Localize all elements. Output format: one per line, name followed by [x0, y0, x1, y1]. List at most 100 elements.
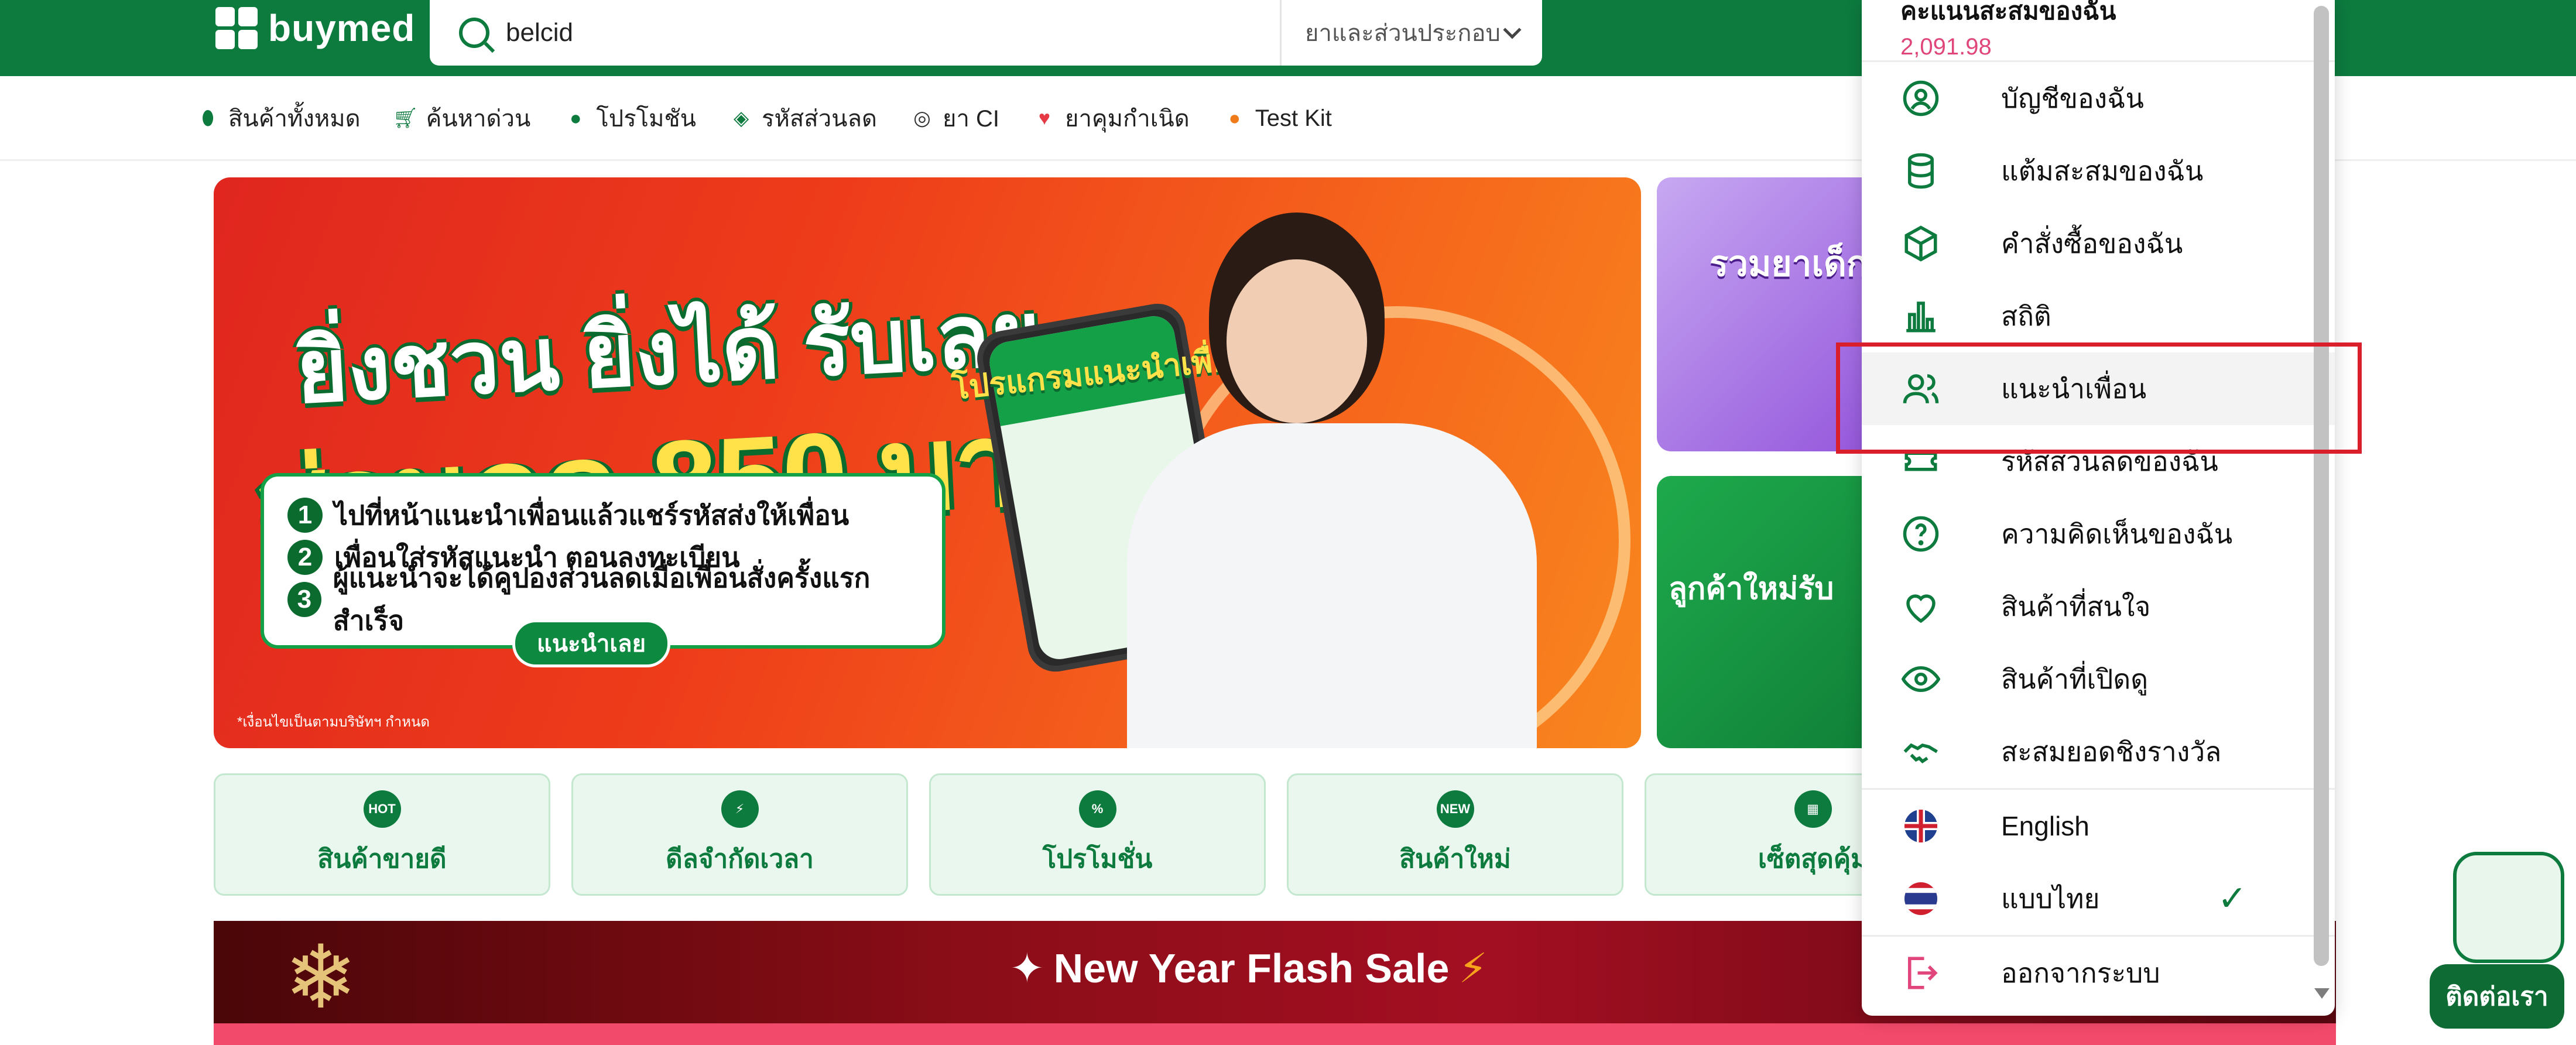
bar-chart-icon [1900, 296, 1941, 337]
nav-label: ค้นหาด่วน [426, 106, 531, 132]
menu-item-my-points[interactable]: แต้มสะสมของฉัน [1862, 135, 2335, 207]
robot-mascot-icon [2453, 852, 2564, 963]
nav-label: ยา CI [943, 106, 1000, 132]
menu-item-wishlist[interactable]: สินค้าที่สนใจ [1862, 570, 2335, 643]
menu-item-rewards[interactable]: สะสมยอดชิงรางวัล [1862, 715, 2335, 788]
nav-label: รหัสส่วนลด [762, 106, 877, 132]
heart-icon [1900, 586, 1941, 627]
user-circle-icon [1900, 78, 1941, 119]
category-best-sellers[interactable]: HOT สินค้าขายดี [214, 773, 550, 896]
menu-item-language-english[interactable]: English [1862, 790, 2335, 862]
flash-sale-strip [214, 1023, 2336, 1045]
nav-item-promotions[interactable]: ● โปรโมชัน [566, 100, 696, 137]
contact-us-button[interactable]: ติดต่อเรา [2430, 964, 2564, 1029]
box-icon [1900, 223, 1941, 264]
menu-item-recently-viewed[interactable]: สินค้าที่เปิดดู [1862, 643, 2335, 715]
lightning-icon: ⚡ [721, 790, 759, 828]
menu-item-label: แบบไทย [2001, 883, 2100, 914]
menu-item-label: ความคิดเห็นของฉัน [2001, 518, 2233, 549]
account-dropdown-menu: คะแนนสะสมของฉัน 2,091.98 บัญชีของฉัน แต้… [1862, 0, 2335, 1016]
banner-terms-note: *เงื่อนไขเป็นตามบริษัทฯ กำหนด [237, 714, 430, 730]
question-icon [1900, 513, 1941, 554]
points-label: คะแนนสะสมของฉัน [1900, 0, 2116, 25]
menu-item-label: English [2001, 811, 2089, 841]
highlight-box [1836, 342, 2362, 454]
thai-flag-icon [1900, 878, 1941, 919]
medical-icon: ◎ [913, 107, 931, 129]
category-new-products[interactable]: NEW สินค้าใหม่ [1287, 773, 1623, 896]
doctor-illustration [1127, 423, 1537, 748]
menu-item-my-orders[interactable]: คำสั่งซื้อของฉัน [1862, 207, 2335, 280]
flash-sale-title: New Year Flash Sale [1053, 945, 1450, 991]
category-tiles: HOT สินค้าขายดี ⚡ ดีลจำกัดเวลา % โปรโมชั่น … [214, 773, 1981, 896]
bundle-icon: ▦ [1794, 790, 1832, 828]
nav-item-quick-search[interactable]: 🛒︎ ค้นหาด่วน [393, 100, 531, 137]
menu-item-label: แต้มสะสมของฉัน [2001, 155, 2204, 186]
step-number: 3 [287, 582, 321, 617]
nav-label: สินค้าทั้งหมด [228, 106, 361, 132]
lightning-icon: ⚡ [1458, 945, 1488, 991]
logo-mark-icon [215, 7, 258, 49]
fire-icon: ● [1228, 107, 1241, 129]
nav-item-test-kit[interactable]: ● Test Kit [1225, 105, 1331, 132]
side-banner-title: รวมยาเด็ก [1710, 244, 1868, 283]
cart-icon: 🛒︎ [393, 107, 419, 129]
menu-item-label: บัญชีของฉัน [2001, 83, 2144, 114]
search-input[interactable] [506, 12, 1267, 53]
percent-bag-icon: % [1078, 790, 1116, 828]
nav-label: ยาคุมกำเนิด [1065, 106, 1190, 132]
banner-step: 1 ไปที่หน้าแนะนำเพื่อนแล้วแชร์รหัสส่งให้เ… [287, 494, 919, 536]
menu-item-label: สถิติ [2001, 300, 2051, 331]
search-category-label: ยาและส่วนประกอบ [1305, 20, 1501, 46]
dropdown-scrollbar[interactable] [2314, 6, 2329, 966]
points-summary: คะแนนสะสมของฉัน 2,091.98 [1862, 0, 2335, 62]
step-number: 1 [287, 498, 323, 533]
nav-item-all-products[interactable]: ⬮ สินค้าทั้งหมด [198, 100, 361, 137]
menu-item-my-feedback[interactable]: ความคิดเห็นของฉัน [1862, 498, 2335, 570]
pill-icon: ⬮ [201, 107, 214, 129]
logo-text: buymed [268, 7, 416, 49]
menu-item-label: สินค้าที่เปิดดู [2001, 663, 2149, 694]
menu-item-language-thai[interactable]: แบบไทย ✓ [1862, 862, 2335, 935]
points-value: 2,091.98 [1900, 34, 1992, 60]
logout-icon [1900, 953, 1941, 993]
menu-item-my-account[interactable]: บัญชีของฉัน [1862, 62, 2335, 135]
menu-item-label: ออกจากระบบ [2001, 957, 2160, 988]
handshake-icon [1900, 731, 1941, 772]
nav-item-coupons[interactable]: ◈ รหัสส่วนลด [731, 100, 877, 137]
search-category-select[interactable]: ยาและส่วนประกอบ [1280, 0, 1542, 66]
category-label: สินค้าขายดี [317, 844, 447, 873]
party-popper-icon: ✦ [1010, 945, 1044, 991]
flame-icon: ● [570, 107, 582, 129]
scroll-down-arrow-icon[interactable] [2314, 988, 2330, 999]
category-limited-deals[interactable]: ⚡ ดีลจำกัดเวลา [571, 773, 908, 896]
banner-step: 3 ผู้แนะนำจะได้คูปองส่วนลดเมื่อเพื่อนสั่ง… [287, 563, 919, 636]
category-label: เซ็ตสุดคุ้ม [1758, 844, 1868, 873]
category-label: ดีลจำกัดเวลา [666, 844, 814, 873]
new-badge-icon: NEW [1436, 790, 1474, 828]
menu-item-label: สะสมยอดชิงรางวัล [2001, 736, 2222, 767]
category-promotions[interactable]: % โปรโมชั่น [929, 773, 1266, 896]
doctor-face [1227, 259, 1367, 423]
menu-item-label: คำสั่งซื้อของฉัน [2001, 228, 2183, 259]
chevron-down-icon [1503, 20, 1522, 39]
category-label: สินค้าใหม่ [1399, 844, 1511, 873]
nav-item-ci[interactable]: ◎ ยา CI [912, 100, 999, 137]
referral-banner[interactable]: ยิ่งชวน ยิ่งได้ รับเลย ส่วนลด 850 บาท 1ไ… [214, 177, 1641, 748]
search-icon [459, 18, 489, 48]
nav-label: โปรโมชัน [596, 106, 697, 132]
flash-sale-title-row: ✦ New Year Flash Sale ⚡ [1010, 944, 1488, 992]
menu-item-logout[interactable]: ออกจากระบบ [1862, 937, 2335, 1009]
nav-item-contraceptive[interactable]: ♥ ยาคุมกำเนิด [1034, 100, 1190, 137]
side-banner-title: ลูกค้าใหม่รับ [1669, 572, 1834, 606]
eye-icon [1900, 659, 1941, 700]
check-icon: ✓ [2217, 879, 2247, 918]
logo[interactable]: buymed [215, 5, 415, 52]
search-bar: ยาและส่วนประกอบ [430, 0, 1542, 66]
menu-item-statistics[interactable]: สถิติ [1862, 280, 2335, 352]
contact-widget[interactable]: ติดต่อเรา [2430, 852, 2576, 1045]
hot-icon: HOT [363, 790, 401, 828]
coupon-icon: ◈ [733, 107, 749, 129]
refer-now-button[interactable]: แนะนำเลย [512, 619, 670, 667]
coins-icon [1900, 150, 1941, 191]
